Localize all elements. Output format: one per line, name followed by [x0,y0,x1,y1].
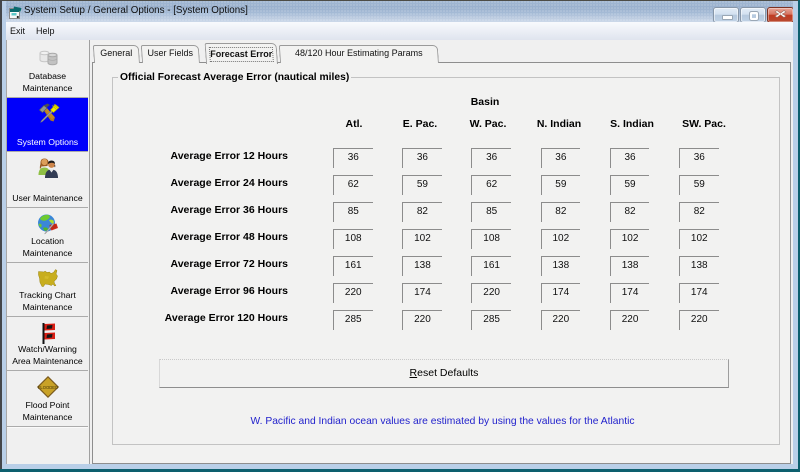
svg-text:FLOODED: FLOODED [37,385,57,390]
